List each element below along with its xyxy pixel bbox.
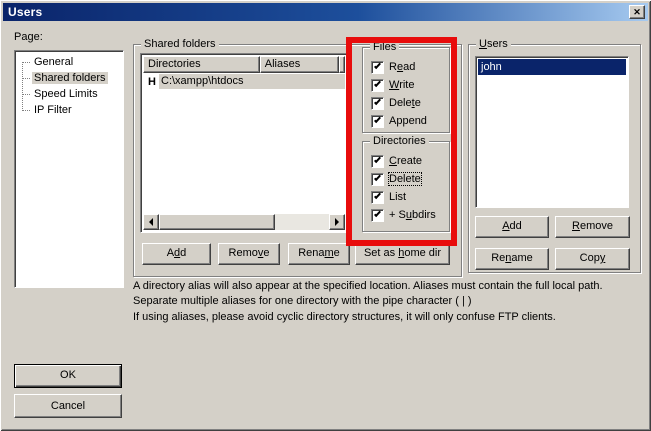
- user-item-john[interactable]: john: [478, 59, 626, 75]
- checkmark-icon: [374, 115, 381, 122]
- left-arrow-icon: [149, 218, 153, 226]
- close-icon: ✕: [633, 8, 641, 17]
- scroll-right-button[interactable]: [329, 214, 345, 230]
- directories-listview[interactable]: Directories Aliases H C:\xampp\htdocs: [140, 53, 348, 233]
- column-header-aliases[interactable]: Aliases: [260, 56, 339, 73]
- remove-directory-button[interactable]: Remove: [218, 243, 280, 265]
- files-group-label: Files: [370, 40, 399, 54]
- add-user-button[interactable]: Add: [475, 216, 549, 238]
- page-item-general[interactable]: General: [32, 54, 123, 70]
- tree-connector-icon: [22, 94, 30, 95]
- tree-connector-icon: [22, 78, 30, 79]
- column-header-filler: [339, 56, 345, 73]
- checkbox-dirs-create[interactable]: Create: [371, 153, 422, 169]
- remove-user-button[interactable]: Remove: [555, 216, 630, 238]
- rename-directory-button[interactable]: Rename: [288, 243, 350, 265]
- column-header-directories[interactable]: Directories: [143, 56, 260, 73]
- checkbox-files-read[interactable]: Read: [371, 59, 415, 75]
- copy-user-button[interactable]: Copy: [555, 248, 630, 270]
- horizontal-scrollbar[interactable]: [143, 214, 345, 230]
- files-permissions-group: Files Read Write Delete Append: [362, 47, 450, 133]
- ok-button[interactable]: OK: [14, 364, 122, 388]
- page-item-ip-filter[interactable]: IP Filter: [32, 102, 123, 118]
- window-title: Users: [3, 5, 42, 19]
- page-tree: General Shared folders Speed Limits IP F…: [14, 50, 124, 288]
- set-as-home-dir-button[interactable]: Set as home dir: [355, 243, 450, 265]
- checkbox-icon[interactable]: [371, 173, 384, 186]
- alias-help-text: A directory alias will also appear at th…: [133, 279, 649, 309]
- page-item-speed-limits[interactable]: Speed Limits: [32, 86, 123, 102]
- checkbox-files-delete[interactable]: Delete: [371, 95, 421, 111]
- checkbox-files-append[interactable]: Append: [371, 113, 427, 129]
- dialog-frame: Users ✕ Page: General Shared folders Spe…: [0, 0, 651, 431]
- directories-group-label: Directories: [370, 134, 429, 148]
- rename-user-button[interactable]: Rename: [475, 248, 549, 270]
- checkbox-icon[interactable]: [371, 191, 384, 204]
- checkbox-icon[interactable]: [371, 209, 384, 222]
- checkbox-dirs-list[interactable]: List: [371, 189, 406, 205]
- page-label: Page:: [14, 31, 43, 43]
- directory-row[interactable]: H C:\xampp\htdocs: [143, 74, 345, 89]
- checkmark-icon: [374, 79, 381, 86]
- shared-folders-group-label: Shared folders: [141, 37, 219, 51]
- users-dialog: { "window": { "title": "Users", "close_g…: [0, 0, 651, 431]
- title-bar: Users ✕: [3, 3, 648, 21]
- checkbox-icon[interactable]: [371, 155, 384, 168]
- checkbox-icon[interactable]: [371, 79, 384, 92]
- close-button[interactable]: ✕: [629, 5, 645, 19]
- tree-connector-icon: [22, 62, 30, 63]
- checkbox-icon[interactable]: [371, 115, 384, 128]
- users-group: Users john Add Remove Rename Copy: [468, 44, 641, 273]
- checkmark-icon: [374, 61, 381, 68]
- checkmark-icon: [374, 173, 381, 180]
- checkbox-icon[interactable]: [371, 97, 384, 110]
- home-dir-marker: H: [148, 76, 159, 88]
- checkmark-icon: [374, 155, 381, 162]
- users-group-label: Users: [476, 37, 511, 51]
- directories-permissions-group: Directories Create Delete List + Subdirs: [362, 141, 450, 232]
- add-directory-button[interactable]: Add: [142, 243, 211, 265]
- checkmark-icon: [374, 191, 381, 198]
- scrollbar-thumb[interactable]: [159, 214, 275, 230]
- cyclic-help-text: If using aliases, please avoid cyclic di…: [133, 310, 649, 325]
- tree-connector-icon: [22, 110, 30, 111]
- checkmark-icon: [374, 209, 381, 216]
- checkbox-icon[interactable]: [371, 61, 384, 74]
- users-list[interactable]: john: [475, 56, 629, 208]
- checkbox-dirs-subdirs[interactable]: + Subdirs: [371, 207, 436, 223]
- listview-header-row: Directories Aliases: [143, 56, 345, 73]
- right-arrow-icon: [335, 218, 339, 226]
- checkbox-dirs-delete[interactable]: Delete: [371, 171, 421, 187]
- scroll-left-button[interactable]: [143, 214, 159, 230]
- cancel-button[interactable]: Cancel: [14, 394, 122, 418]
- checkmark-icon: [374, 97, 381, 104]
- tree-rail: [22, 62, 23, 111]
- page-item-shared-folders[interactable]: Shared folders: [32, 70, 123, 86]
- checkbox-files-write[interactable]: Write: [371, 77, 414, 93]
- directory-path: C:\xampp\htdocs: [159, 74, 345, 89]
